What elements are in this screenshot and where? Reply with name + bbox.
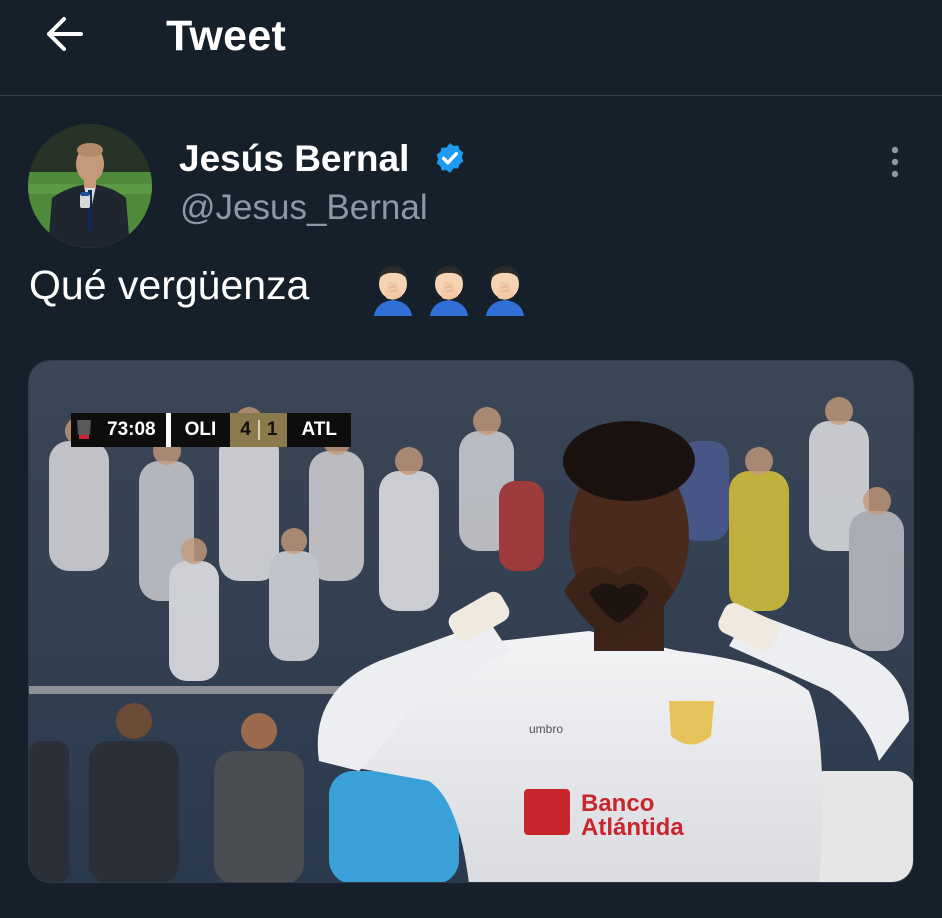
home-score: 4 [240, 419, 251, 440]
face-palm-emoji [374, 266, 412, 316]
author-avatar[interactable] [28, 124, 152, 248]
arrow-left-icon [47, 17, 83, 51]
more-vertical-icon [891, 146, 899, 178]
more-options-button[interactable] [878, 140, 912, 184]
away-team: ATL [287, 413, 351, 447]
verified-badge-icon [436, 143, 464, 173]
home-team: OLI [170, 413, 231, 447]
page-title: Tweet [166, 12, 287, 60]
avatar-image [28, 124, 152, 248]
jersey-sponsor-line1: Banco [581, 790, 654, 817]
score: 4 1 [230, 413, 288, 447]
top-app-bar: Tweet [0, 0, 942, 96]
author-handle[interactable]: @Jesus_Bernal [180, 188, 428, 228]
jersey-brand: umbro [529, 722, 563, 736]
score-divider [257, 420, 260, 440]
emoji-group [372, 262, 526, 316]
author-name[interactable]: Jesús Bernal [179, 138, 409, 180]
face-palm-emoji [430, 266, 468, 316]
back-button[interactable] [38, 10, 90, 58]
face-palm-emoji [486, 266, 524, 316]
competition-logo-icon [71, 413, 97, 447]
tweet-page: Tweet Jesús Bernal @Jesus_Bernal Qué ver… [0, 0, 942, 918]
match-clock: 73:08 [97, 413, 166, 447]
tweet-media-image[interactable]: Banco Atlántida umbro 73:08 OLI 4 1 ATL [28, 360, 914, 883]
tweet-text: Qué vergüenza [29, 262, 310, 308]
away-score: 1 [266, 419, 278, 440]
jersey-sponsor-line2: Atlántida [581, 814, 684, 841]
match-scoreboard: 73:08 OLI 4 1 ATL [71, 413, 351, 447]
